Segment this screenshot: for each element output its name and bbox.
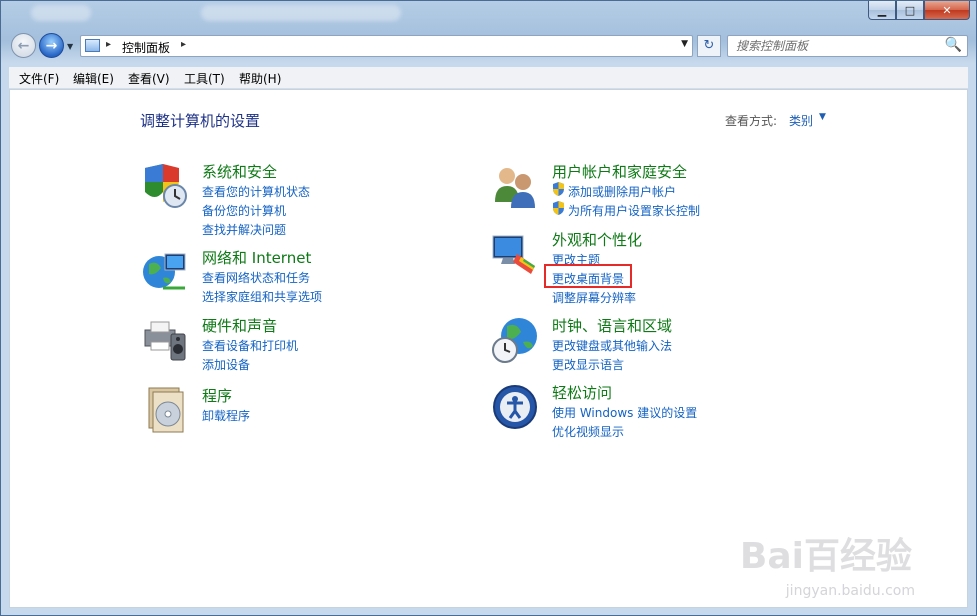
recent-pages-dropdown-icon[interactable]: ▼ bbox=[67, 42, 73, 51]
control-panel-window: ▁ □ ✕ ← → ▼ ▸ 控制面板 ▸ ▼ ↻ 🔍 文件(F) 编辑(E) bbox=[0, 0, 977, 616]
menu-file[interactable]: 文件(F) bbox=[19, 70, 59, 87]
menu-edit[interactable]: 编辑(E) bbox=[73, 70, 114, 87]
programs-disc-icon[interactable] bbox=[141, 386, 189, 434]
link-view-network-status[interactable]: 查看网络状态和任务 bbox=[202, 269, 310, 286]
link-change-keyboards[interactable]: 更改键盘或其他输入法 bbox=[552, 337, 672, 354]
monitor-palette-icon[interactable] bbox=[491, 230, 539, 278]
category-title-system-security[interactable]: 系统和安全 bbox=[202, 161, 277, 182]
arrow-right-icon: → bbox=[45, 37, 58, 54]
watermark-url: jingyan.baidu.com bbox=[785, 583, 915, 599]
link-backup-computer[interactable]: 备份您的计算机 bbox=[202, 202, 286, 219]
minimize-button[interactable]: ▁ bbox=[868, 1, 896, 20]
arrow-left-icon: ← bbox=[17, 37, 30, 54]
page-title: 调整计算机的设置 bbox=[140, 112, 261, 130]
refresh-button[interactable]: ↻ bbox=[697, 35, 721, 57]
chevron-down-icon[interactable]: ▼ bbox=[819, 112, 826, 122]
category-title-clock-language[interactable]: 时钟、语言和区域 bbox=[552, 315, 672, 336]
watermark-logo: Bai百经验 bbox=[739, 536, 912, 577]
link-view-computer-status[interactable]: 查看您的计算机状态 bbox=[202, 183, 310, 200]
shield-clock-icon[interactable] bbox=[141, 162, 189, 210]
link-add-remove-accounts[interactable]: 添加或删除用户帐户 bbox=[568, 183, 676, 200]
control-panel-icon bbox=[85, 39, 100, 52]
breadcrumb-separator-icon[interactable]: ▸ bbox=[181, 39, 186, 50]
navigation-bar: ← → ▼ ▸ 控制面板 ▸ ▼ ↻ 🔍 bbox=[1, 29, 976, 63]
category-title-network-internet[interactable]: 网络和 Internet bbox=[202, 247, 311, 268]
refresh-icon: ↻ bbox=[703, 38, 715, 53]
link-uninstall-program[interactable]: 卸载程序 bbox=[202, 407, 250, 424]
category-title-ease-of-access[interactable]: 轻松访问 bbox=[552, 382, 612, 403]
view-by-label: 查看方式: bbox=[725, 114, 778, 128]
search-input[interactable] bbox=[736, 38, 936, 54]
menu-bar: 文件(F) 编辑(E) 查看(V) 工具(T) 帮助(H) bbox=[9, 67, 968, 89]
link-adjust-resolution[interactable]: 调整屏幕分辨率 bbox=[552, 289, 636, 306]
back-button[interactable]: ← bbox=[11, 33, 36, 58]
breadcrumb-separator-icon[interactable]: ▸ bbox=[106, 39, 111, 50]
maximize-button[interactable]: □ bbox=[896, 1, 924, 20]
menu-help[interactable]: 帮助(H) bbox=[239, 70, 281, 87]
users-icon[interactable] bbox=[491, 162, 539, 210]
menu-tools[interactable]: 工具(T) bbox=[184, 70, 225, 87]
address-bar[interactable]: ▸ 控制面板 ▸ ▼ bbox=[80, 35, 693, 57]
link-optimize-visual-display[interactable]: 优化视频显示 bbox=[552, 423, 624, 440]
category-title-appearance[interactable]: 外观和个性化 bbox=[552, 229, 642, 250]
search-icon[interactable]: 🔍 bbox=[945, 37, 962, 53]
blurred-title-area bbox=[201, 5, 401, 21]
clock-globe-icon[interactable] bbox=[491, 316, 539, 364]
link-change-display-language[interactable]: 更改显示语言 bbox=[552, 356, 624, 373]
close-button[interactable]: ✕ bbox=[924, 1, 970, 20]
uac-shield-icon bbox=[553, 182, 564, 196]
highlight-box bbox=[544, 264, 632, 288]
title-bar: ▁ □ ✕ bbox=[1, 1, 976, 29]
accessibility-icon[interactable] bbox=[491, 383, 539, 431]
category-title-hardware-sound[interactable]: 硬件和声音 bbox=[202, 315, 277, 336]
uac-shield-icon bbox=[553, 201, 564, 215]
forward-button[interactable]: → bbox=[39, 33, 64, 58]
globe-network-icon[interactable] bbox=[141, 248, 189, 296]
caption-buttons: ▁ □ ✕ bbox=[868, 1, 970, 20]
view-by-dropdown[interactable]: 类别 bbox=[789, 112, 813, 129]
link-homegroup-sharing[interactable]: 选择家庭组和共享选项 bbox=[202, 288, 322, 305]
category-title-programs[interactable]: 程序 bbox=[202, 385, 232, 406]
breadcrumb-control-panel[interactable]: 控制面板 bbox=[122, 39, 170, 56]
link-recommended-settings[interactable]: 使用 Windows 建议的设置 bbox=[552, 404, 697, 421]
content-pane: 调整计算机的设置 查看方式: 类别 ▼ 系统和安全 查看您的计算机状态 备份您的… bbox=[9, 89, 968, 608]
category-title-user-accounts[interactable]: 用户帐户和家庭安全 bbox=[552, 161, 687, 182]
link-add-device[interactable]: 添加设备 bbox=[202, 356, 250, 373]
blurred-title-area bbox=[31, 5, 91, 21]
address-dropdown-icon[interactable]: ▼ bbox=[681, 39, 688, 49]
link-troubleshoot[interactable]: 查找并解决问题 bbox=[202, 221, 286, 238]
printer-speaker-icon[interactable] bbox=[141, 316, 189, 364]
search-box[interactable]: 🔍 bbox=[727, 35, 968, 57]
link-view-devices-printers[interactable]: 查看设备和打印机 bbox=[202, 337, 298, 354]
menu-view[interactable]: 查看(V) bbox=[128, 70, 170, 87]
link-parental-controls[interactable]: 为所有用户设置家长控制 bbox=[568, 202, 700, 219]
